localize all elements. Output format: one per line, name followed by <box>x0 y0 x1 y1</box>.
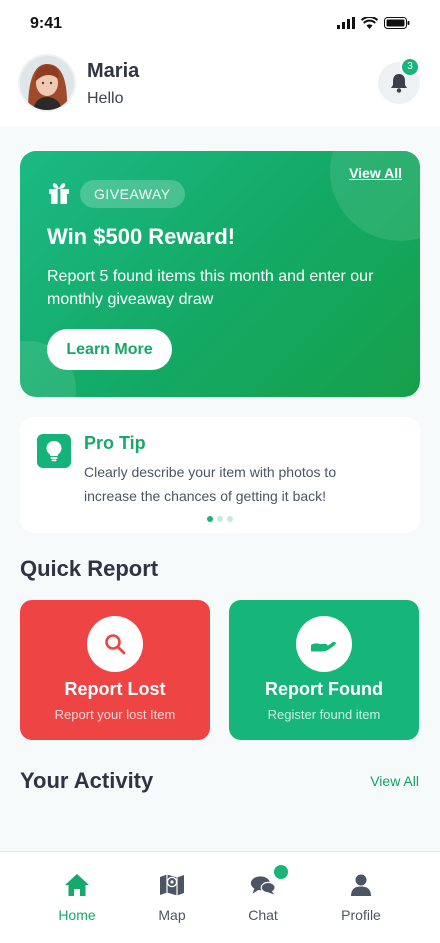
bottom-nav: Home Map Chat Profile <box>0 851 440 943</box>
nav-label-chat: Chat <box>248 907 278 923</box>
status-bar: 9:41 <box>0 0 440 48</box>
carousel-dots[interactable] <box>207 516 233 522</box>
learn-more-button[interactable]: Learn More <box>47 329 172 370</box>
tip-text: Clearly describe your item with photos t… <box>84 464 337 504</box>
map-icon <box>159 872 185 898</box>
home-icon <box>64 872 90 898</box>
giveaway-card: GIVEAWAY View All Win $500 Reward! Repor… <box>20 151 420 397</box>
greeting-text: Hello <box>87 90 124 107</box>
giveaway-view-all-link[interactable]: View All <box>349 165 402 181</box>
report-lost-subtitle: Report your lost Item <box>54 707 176 722</box>
nav-item-map[interactable]: Map <box>127 852 217 943</box>
notification-badge: 3 <box>400 57 420 77</box>
header: Maria Hello 3 <box>0 48 440 126</box>
avatar[interactable] <box>20 56 74 110</box>
carousel-dot[interactable] <box>227 516 233 522</box>
hand-holding-icon <box>296 616 352 672</box>
battery-icon <box>384 17 410 29</box>
nav-item-chat[interactable]: Chat <box>218 852 308 943</box>
search-icon <box>87 616 143 672</box>
nav-item-profile[interactable]: Profile <box>316 852 406 943</box>
giveaway-description: Report 5 found items this month and ente… <box>47 268 374 308</box>
pro-tip-card[interactable]: Pro Tip Clearly describe your item with … <box>20 417 420 533</box>
nav-label-map: Map <box>158 907 186 923</box>
report-found-subtitle: Register found item <box>267 707 381 722</box>
chat-icon <box>250 872 276 898</box>
signal-icon <box>337 17 355 29</box>
report-found-label: Report Found <box>265 679 383 699</box>
lightbulb-icon <box>37 434 71 468</box>
chat-unread-dot <box>274 865 288 879</box>
nav-label-profile: Profile <box>341 907 381 923</box>
carousel-dot[interactable] <box>217 516 223 522</box>
activity-view-all-link[interactable]: View All <box>370 773 419 789</box>
report-lost-button[interactable]: Report Lost Report your lost Item <box>20 600 210 740</box>
user-name: Maria <box>87 60 140 82</box>
gift-icon <box>47 181 71 210</box>
wifi-icon <box>361 17 378 29</box>
report-lost-label: Report Lost <box>64 679 166 699</box>
activity-title: Your Activity <box>20 768 154 793</box>
status-time: 9:41 <box>30 15 63 32</box>
profile-icon <box>348 872 374 898</box>
carousel-dot[interactable] <box>207 516 213 522</box>
quick-report-title: Quick Report <box>20 556 159 581</box>
user-photo-icon <box>20 56 74 110</box>
tip-title: Pro Tip <box>84 433 146 453</box>
nav-label-home: Home <box>58 907 96 923</box>
giveaway-tag: GIVEAWAY <box>80 180 185 208</box>
giveaway-title: Win $500 Reward! <box>47 224 236 249</box>
report-found-button[interactable]: Report Found Register found item <box>229 600 419 740</box>
status-icons <box>337 17 410 29</box>
nav-item-home[interactable]: Home <box>32 852 122 943</box>
